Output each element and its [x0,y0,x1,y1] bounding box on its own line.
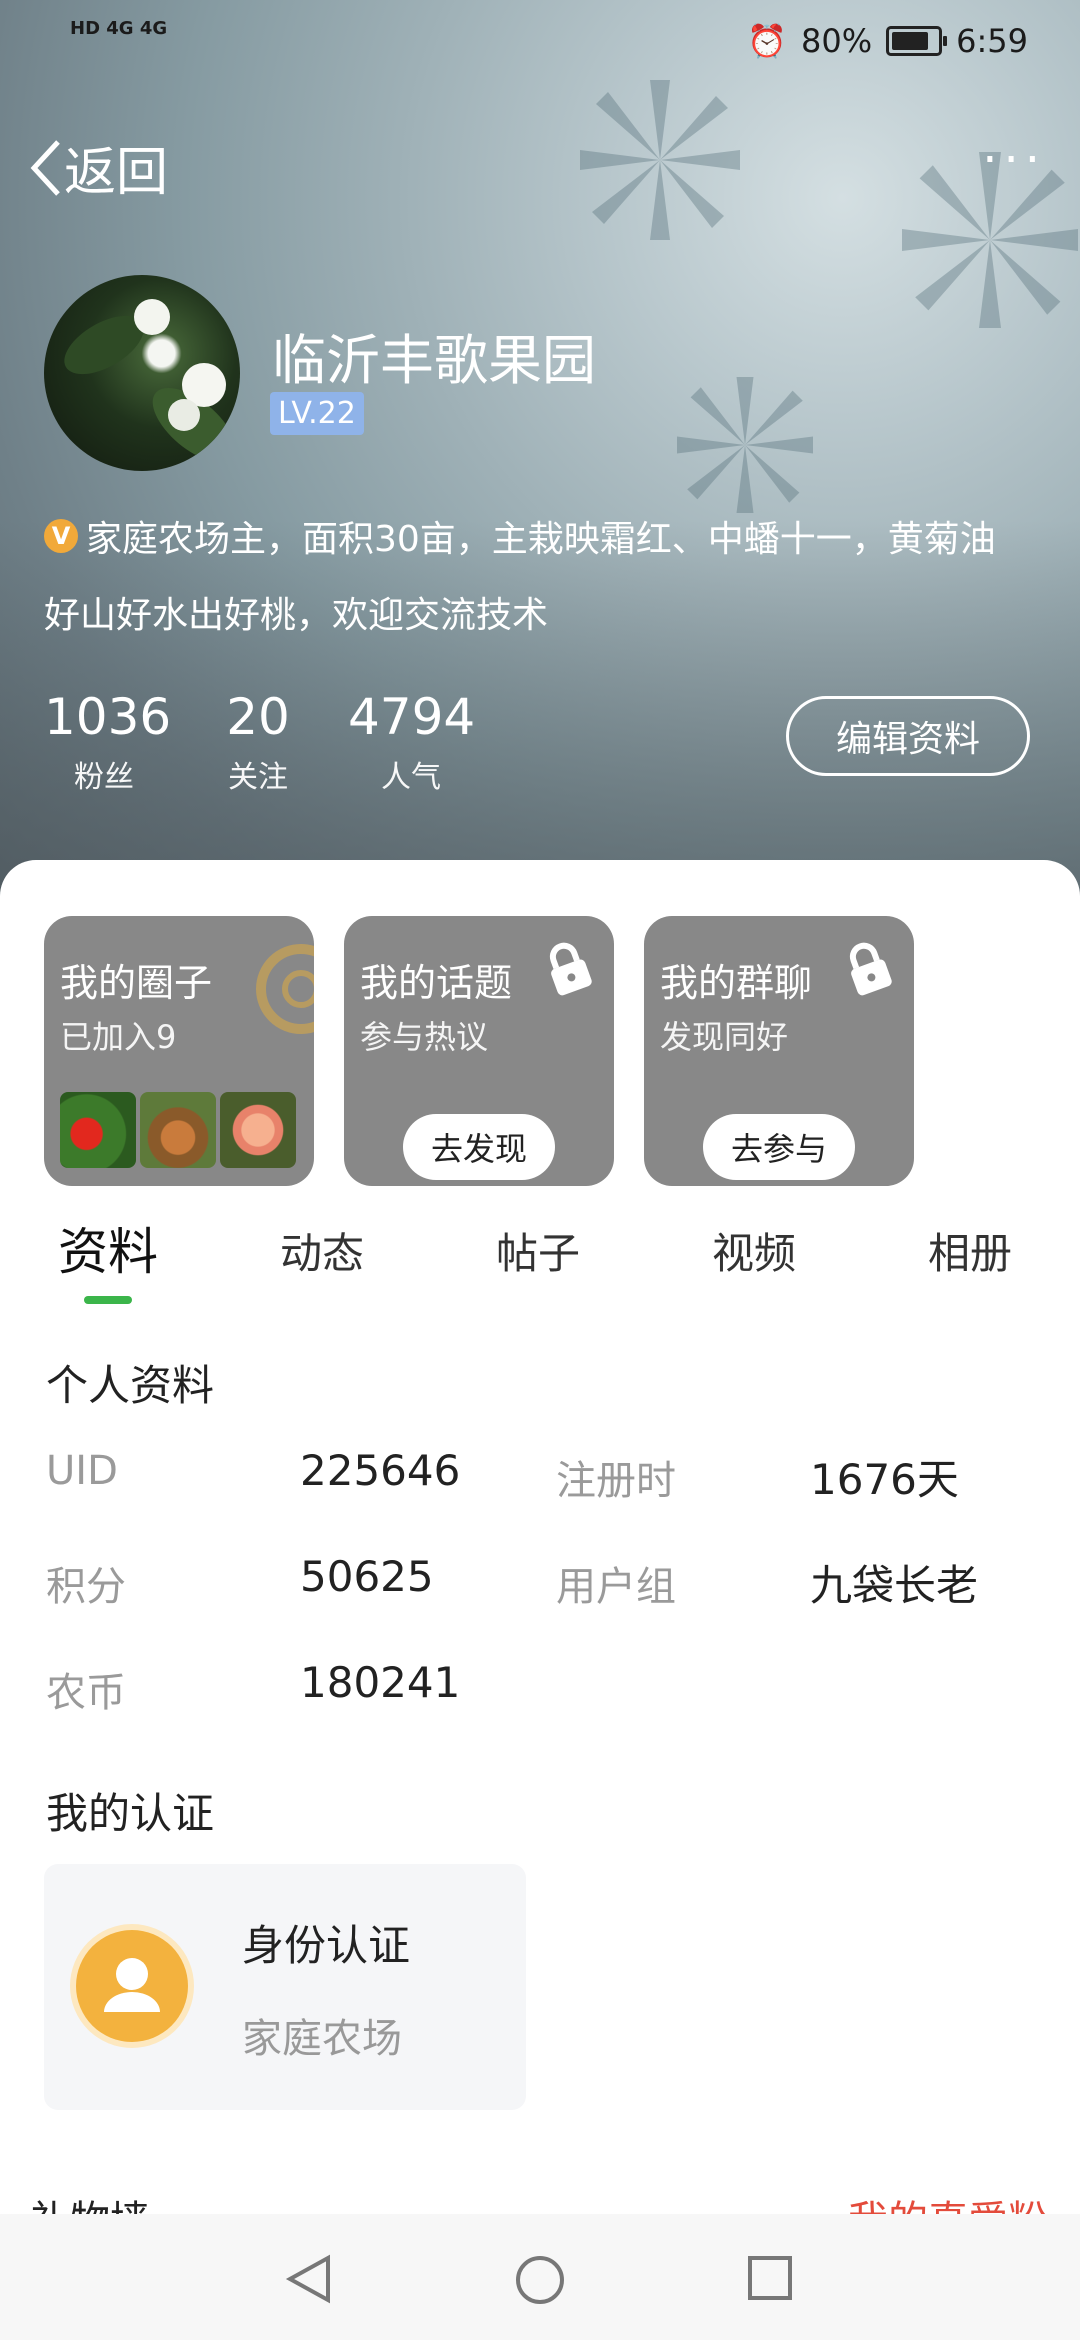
thumbnail-image [140,1092,216,1168]
join-button[interactable]: 去参与 [702,1114,856,1180]
certification-item-subtitle: 家庭农场 [242,2016,402,2062]
avatar-image [64,299,236,463]
user-icon [76,1930,188,2042]
back-triangle-icon[interactable] [284,2254,332,2304]
card-title: 我的圈子 [60,961,213,1005]
field-label-user-group: 用户组 [556,1564,676,1610]
thumbnail-image [220,1092,296,1168]
lock-icon [849,942,892,996]
decor-flower [580,80,740,240]
verified-badge-icon: V [44,519,78,553]
thumbnail-image [60,1092,136,1168]
circle-logo-icon [256,944,314,1034]
profile-name: 临沂丰歌果园 [272,329,596,392]
card-subtitle: 参与热议 [360,1018,489,1056]
discover-button[interactable]: 去发现 [402,1114,556,1180]
system-navigation-bar [0,2214,1080,2340]
card-my-topics[interactable]: 我的话题 参与热议 去发现 [344,916,614,1186]
stat-value: 20 [226,688,290,746]
stat-value: 1036 [44,688,172,746]
clock: 6:59 [956,22,1028,60]
field-value-points: 50625 [300,1552,434,1601]
field-label-registered: 注册时 [556,1458,676,1504]
personal-info-title: 个人资料 [46,1361,215,1410]
tab-active-indicator [84,1296,132,1304]
card-my-groups[interactable]: 我的群聊 发现同好 去参与 [644,916,914,1186]
bio-line-2: 好山好水出好桃，欢迎交流技术 [44,595,549,636]
card-subtitle: 发现同好 [660,1018,789,1056]
stat-value: 4794 [348,688,476,746]
tab-videos[interactable]: 视频 [712,1220,796,1281]
field-value-user-group: 九袋长老 [810,1561,979,1610]
certification-title: 我的认证 [46,1789,215,1838]
alarm-icon: ⏰ [747,22,788,60]
network-indicator: HD 4G 4G [70,18,168,39]
certification-item-title: 身份认证 [242,1921,411,1970]
decor-flower [677,377,813,513]
decor-flower [902,152,1078,328]
field-label-uid: UID [46,1448,118,1494]
tab-album[interactable]: 相册 [928,1220,1012,1281]
bio-line-1: V 家庭农场主，面积30亩，主栽映霜红、中蟠十一，黄菊油 [44,510,996,562]
avatar[interactable] [44,275,240,471]
level-badge: LV.22 [270,392,364,435]
tab-activity[interactable]: 动态 [280,1220,364,1281]
card-title: 我的群聊 [660,961,813,1005]
lock-icon [549,942,592,996]
stat-popularity[interactable]: 4794 人气 [348,688,476,796]
battery-icon [886,26,948,56]
field-label-coins: 农币 [46,1670,126,1716]
back-label: 返回 [64,143,169,203]
tab-profile-info[interactable]: 资料 [58,1212,158,1284]
circle-thumbnails [60,1092,296,1168]
stat-label: 人气 [381,760,441,795]
field-value-uid: 225646 [300,1446,461,1495]
card-subtitle: 已加入9 [60,1018,177,1056]
field-label-points: 积分 [46,1564,126,1610]
more-options-button[interactable]: ··· [982,136,1046,184]
card-my-circles[interactable]: 我的圈子 已加入9 [44,916,314,1186]
edit-profile-button[interactable]: 编辑资料 [786,696,1030,776]
stat-fans[interactable]: 1036 粉丝 [44,688,172,796]
status-bar: HD 4G 4G ⏰ 80% 6:59 [0,0,1080,90]
stat-label: 粉丝 [74,760,134,795]
card-title: 我的话题 [360,961,513,1005]
stat-label: 关注 [228,760,288,795]
back-button[interactable]: 返回 [28,130,168,205]
field-value-coins: 180241 [300,1658,461,1707]
battery-percent: 80% [801,22,873,60]
identity-certification-card[interactable]: 身份认证 家庭农场 [44,1864,526,2110]
bio-text-1: 家庭农场主，面积30亩，主栽映霜红、中蟠十一，黄菊油 [86,519,996,560]
chevron-left-icon [30,139,60,196]
recents-square-icon[interactable] [746,2254,794,2302]
field-value-registered: 1676天 [810,1455,959,1504]
stat-following[interactable]: 20 关注 [208,688,308,796]
home-circle-icon[interactable] [514,2254,566,2306]
tab-posts[interactable]: 帖子 [496,1220,580,1281]
